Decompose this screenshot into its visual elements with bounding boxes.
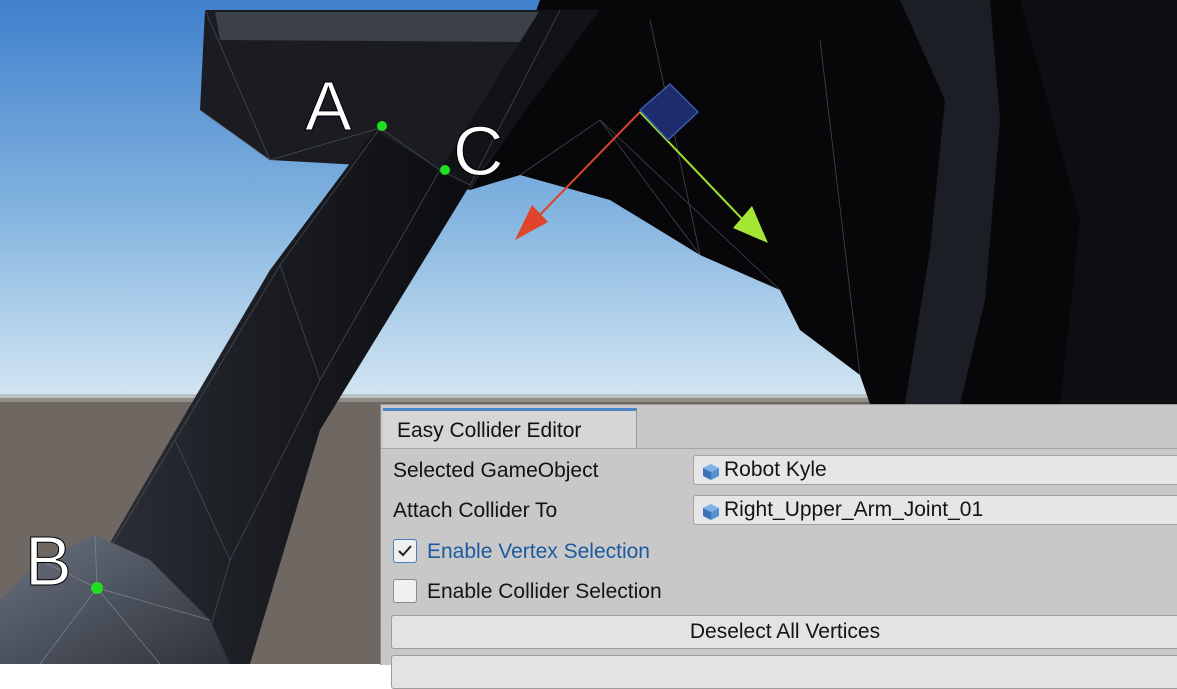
attach-collider-label: Attach Collider To bbox=[393, 499, 558, 522]
vertex-label-c: C bbox=[453, 112, 504, 190]
vertex-marker-a[interactable] bbox=[377, 121, 387, 131]
attach-collider-field[interactable]: Right_Upper_Arm_Joint_01 bbox=[693, 495, 1177, 525]
next-action-button[interactable] bbox=[391, 655, 1177, 689]
checkmark-icon bbox=[398, 545, 412, 557]
vertex-label-a: A bbox=[305, 67, 352, 145]
deselect-all-vertices-button[interactable]: Deselect All Vertices bbox=[391, 615, 1177, 649]
selected-gameobject-label: Selected GameObject bbox=[393, 459, 599, 482]
selected-gameobject-value: Robot Kyle bbox=[724, 458, 827, 481]
tab-easy-collider-editor[interactable]: Easy Collider Editor bbox=[383, 408, 637, 448]
attach-collider-value: Right_Upper_Arm_Joint_01 bbox=[724, 498, 984, 521]
vertex-marker-b[interactable] bbox=[91, 582, 103, 594]
gameobject-cube-icon bbox=[703, 464, 719, 480]
selected-gameobject-field[interactable]: Robot Kyle bbox=[693, 455, 1177, 485]
selected-gameobject-row: Selected GameObject Robot Kyle bbox=[381, 453, 1177, 491]
gameobject-cube-icon bbox=[703, 504, 719, 520]
enable-collider-selection-row[interactable]: Enable Collider Selection bbox=[381, 575, 1177, 613]
robot-shoulder-top bbox=[215, 12, 555, 42]
enable-vertex-selection-label[interactable]: Enable Vertex Selection bbox=[427, 540, 650, 564]
tab-divider bbox=[381, 448, 1177, 449]
enable-collider-selection-label[interactable]: Enable Collider Selection bbox=[427, 580, 662, 604]
easy-collider-editor-panel: Easy Collider Editor Selected GameObject… bbox=[380, 404, 1177, 689]
enable-collider-selection-checkbox[interactable] bbox=[393, 579, 417, 603]
enable-vertex-selection-row[interactable]: Enable Vertex Selection bbox=[381, 535, 1177, 573]
vertex-marker-c[interactable] bbox=[440, 165, 450, 175]
vertex-label-b: B bbox=[25, 522, 72, 600]
attach-collider-row: Attach Collider To Right_Upper_Arm_Joint… bbox=[381, 493, 1177, 531]
enable-vertex-selection-checkbox[interactable] bbox=[393, 539, 417, 563]
